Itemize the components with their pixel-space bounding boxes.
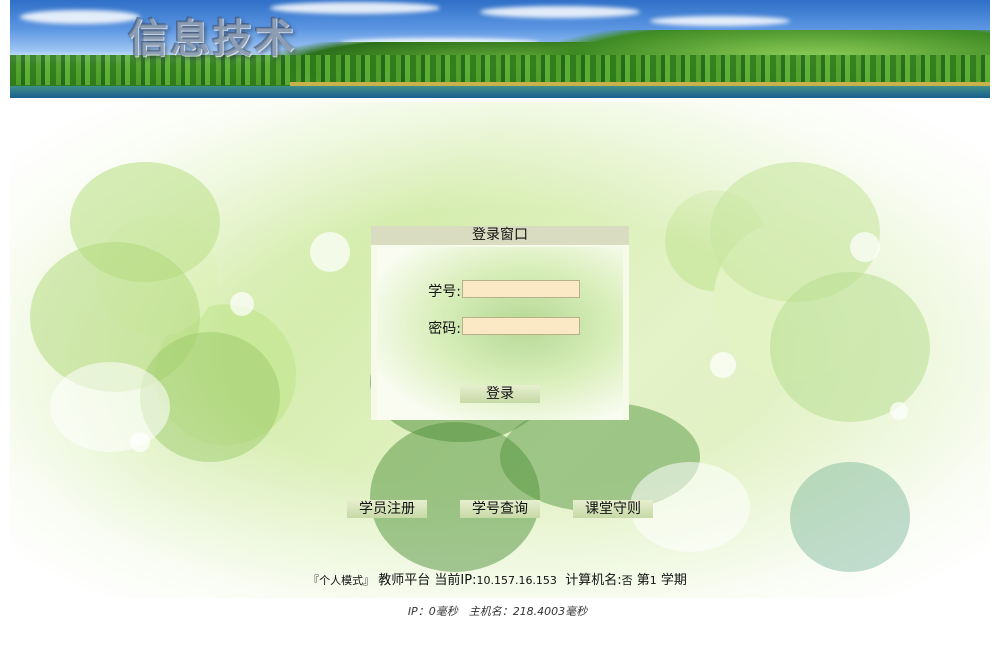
classroom-rules-button[interactable]: 课堂守则: [573, 500, 653, 518]
student-id-input[interactable]: [462, 280, 580, 298]
term-prefix: 第: [636, 573, 650, 588]
password-label: 密码:: [428, 321, 461, 337]
computer-value: 否: [621, 574, 633, 587]
login-window-title: 登录窗口: [371, 226, 629, 245]
status-bar: 『个人模式』 教师平台 当前IP:10.157.16.153 计算机名:否 第1…: [0, 569, 995, 588]
student-id-lookup-button[interactable]: 学号查询: [460, 500, 540, 518]
password-input[interactable]: [462, 317, 580, 335]
student-id-row: 学号:: [377, 280, 623, 300]
login-button[interactable]: 登录: [460, 385, 540, 403]
student-id-label: 学号:: [428, 284, 461, 300]
ip-value: 10.157.16.153: [476, 574, 557, 587]
site-logo: 信息技术: [128, 16, 296, 62]
timing-info: IP：0毫秒 主机名：218.4003毫秒: [407, 605, 588, 618]
login-window: 登录窗口 学号: 密码: 登录: [371, 226, 629, 420]
mode-label: 『个人模式』: [308, 574, 375, 587]
password-row: 密码:: [377, 317, 623, 337]
platform-label: 教师平台: [378, 573, 431, 588]
header-banner: 信息技术: [10, 0, 990, 98]
term-number: 1: [649, 574, 657, 587]
term-suffix: 学期: [660, 573, 687, 588]
ip-label: 当前IP:: [434, 573, 477, 588]
student-register-button[interactable]: 学员注册: [347, 500, 427, 518]
login-form: 学号: 密码: 登录: [377, 247, 623, 420]
computer-label: 计算机名:: [565, 573, 622, 588]
